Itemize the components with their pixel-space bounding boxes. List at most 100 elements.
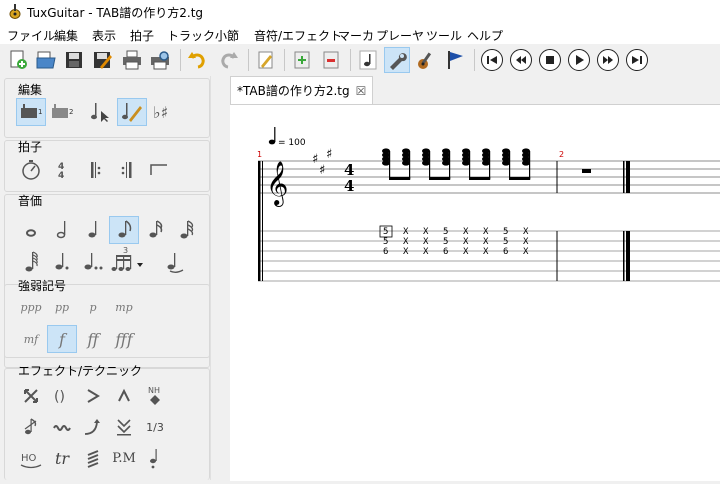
first-measure-button[interactable] <box>481 49 503 71</box>
tab-view-button[interactable] <box>384 47 410 73</box>
undo-button[interactable] <box>185 47 211 73</box>
dynamic-f-button[interactable]: f <box>47 325 77 353</box>
play-button[interactable] <box>568 49 590 71</box>
half-note-button[interactable] <box>47 216 77 244</box>
save-button[interactable] <box>61 47 87 73</box>
menu-view[interactable]: 表示 <box>92 27 116 44</box>
voice-2-button[interactable]: 2 <box>47 98 77 126</box>
tab-fret-number[interactable]: X <box>483 237 489 247</box>
dynamic-p-button[interactable]: p <box>78 293 108 321</box>
print-preview-button[interactable] <box>147 47 173 73</box>
dynamic-mf-button[interactable]: mf <box>16 325 46 353</box>
panel-scrollbar-track[interactable] <box>210 76 231 480</box>
sixteenth-note-button[interactable] <box>140 216 170 244</box>
voice-1-button[interactable]: 1 <box>16 98 46 126</box>
previous-measure-button[interactable] <box>510 49 532 71</box>
menu-measure[interactable]: 小節 <box>215 27 239 44</box>
tab-fret-number[interactable]: 6 <box>503 247 508 257</box>
redo-button[interactable] <box>215 47 241 73</box>
eighth-note-button[interactable] <box>109 216 139 244</box>
score-editor[interactable]: = 100 1 2 𝄞 ♯ ♯ ♯ 4 4 5 5 6 X X X X X X … <box>230 104 720 481</box>
document-tab[interactable]: *TAB譜の作り方2.tg ☒ <box>230 76 374 104</box>
natural-harmonic-button[interactable]: NH <box>140 382 170 410</box>
select-mode-button[interactable] <box>86 98 116 126</box>
print-button[interactable] <box>119 47 145 73</box>
tab-fret-number[interactable]: X <box>403 237 409 247</box>
menu-marker[interactable]: マーカ <box>338 27 374 44</box>
tab-fret-number[interactable]: 5 <box>443 227 448 237</box>
menu-file[interactable]: ファイル <box>7 27 55 44</box>
new-file-button[interactable] <box>5 47 31 73</box>
tab-fret-number[interactable]: X <box>403 227 409 237</box>
score-view-button[interactable] <box>355 47 381 73</box>
dead-note-button[interactable] <box>16 382 46 410</box>
tab-fret-number[interactable]: X <box>523 227 529 237</box>
menu-help[interactable]: ヘルプ <box>467 27 503 44</box>
dynamic-mp-button[interactable]: mp <box>109 293 139 321</box>
tremolo-bar-button[interactable] <box>109 413 139 441</box>
dotted-note-button[interactable] <box>47 248 77 276</box>
dynamic-ppp-button[interactable]: ppp <box>16 293 46 321</box>
tab-fret-number[interactable]: 5 <box>443 237 448 247</box>
tie-note-button[interactable] <box>159 248 189 276</box>
panel-scrollbar[interactable] <box>210 76 231 480</box>
edit-properties-button[interactable] <box>253 47 279 73</box>
thirty-second-note-button[interactable] <box>171 216 201 244</box>
hammer-on-button[interactable]: HO <box>16 444 46 472</box>
dynamic-ff-button[interactable]: ff <box>78 325 108 353</box>
menu-composition[interactable]: 拍子 <box>130 27 154 44</box>
tremolo-picking-button[interactable] <box>78 444 108 472</box>
quarter-note-button[interactable] <box>78 216 108 244</box>
tempo-button[interactable] <box>16 156 46 184</box>
sixty-fourth-note-button[interactable] <box>16 248 46 276</box>
stop-button[interactable] <box>539 49 561 71</box>
tab-fret-number[interactable]: X <box>463 237 469 247</box>
edit-mode-button[interactable] <box>117 98 147 126</box>
repeat-close-button[interactable] <box>112 156 142 184</box>
tab-fret-number[interactable]: X <box>403 247 409 257</box>
tab-fret-number[interactable]: X <box>463 227 469 237</box>
alternate-ending-button[interactable] <box>143 156 173 184</box>
whole-note-button[interactable] <box>16 216 46 244</box>
tab-fret-number[interactable]: 5 <box>503 227 508 237</box>
open-file-button[interactable] <box>33 47 59 73</box>
close-tab-icon[interactable]: ☒ <box>356 84 367 98</box>
dynamic-pp-button[interactable]: pp <box>47 293 77 321</box>
dynamic-fff-button[interactable]: fff <box>109 325 139 353</box>
tab-fret-number[interactable]: X <box>463 247 469 257</box>
trill-button[interactable]: tr <box>47 444 77 472</box>
repeat-open-button[interactable] <box>81 156 111 184</box>
score-canvas[interactable]: = 100 1 2 𝄞 ♯ ♯ ♯ 4 4 556XXXXXX556XXXXXX… <box>230 105 720 481</box>
menu-player[interactable]: プレーヤ <box>376 27 424 44</box>
last-measure-button[interactable] <box>626 49 648 71</box>
tab-fret-number[interactable]: 6 <box>383 247 388 257</box>
tab-fret-number[interactable]: X <box>483 227 489 237</box>
tab-fret-number[interactable]: X <box>423 237 429 247</box>
menu-edit[interactable]: 編集 <box>54 27 78 44</box>
ghost-note-button[interactable]: () <box>47 382 77 410</box>
trill-ratio-button[interactable]: 1/3 <box>140 413 170 441</box>
tab-fret-number[interactable]: 6 <box>443 247 448 257</box>
marker-button[interactable] <box>442 47 468 73</box>
tab-fret-number[interactable]: X <box>483 247 489 257</box>
time-signature-button[interactable]: 44 <box>47 156 77 184</box>
double-dotted-note-button[interactable] <box>78 248 108 276</box>
bend-button[interactable] <box>78 413 108 441</box>
remove-measure-button[interactable] <box>318 47 344 73</box>
palm-mute-button[interactable]: P.M <box>109 444 139 472</box>
add-measure-button[interactable] <box>289 47 315 73</box>
staccato-button[interactable] <box>140 444 170 472</box>
menu-tools[interactable]: ツール <box>426 27 462 44</box>
next-measure-button[interactable] <box>597 49 619 71</box>
save-as-button[interactable] <box>89 47 115 73</box>
tab-fret-number[interactable]: 5 <box>383 237 388 247</box>
natural-sharp-button[interactable]: ♭♯ <box>149 98 179 126</box>
grace-note-button[interactable] <box>16 413 46 441</box>
tuplet-button[interactable]: 3 <box>109 244 149 276</box>
tab-fret-number[interactable]: X <box>523 247 529 257</box>
tab-fret-number[interactable]: X <box>423 227 429 237</box>
menu-beat[interactable]: 音符/エフェクト <box>254 27 342 44</box>
heavy-accent-button[interactable] <box>109 382 139 410</box>
tab-fret-number[interactable]: 5 <box>503 237 508 247</box>
fretboard-button[interactable] <box>413 47 439 73</box>
